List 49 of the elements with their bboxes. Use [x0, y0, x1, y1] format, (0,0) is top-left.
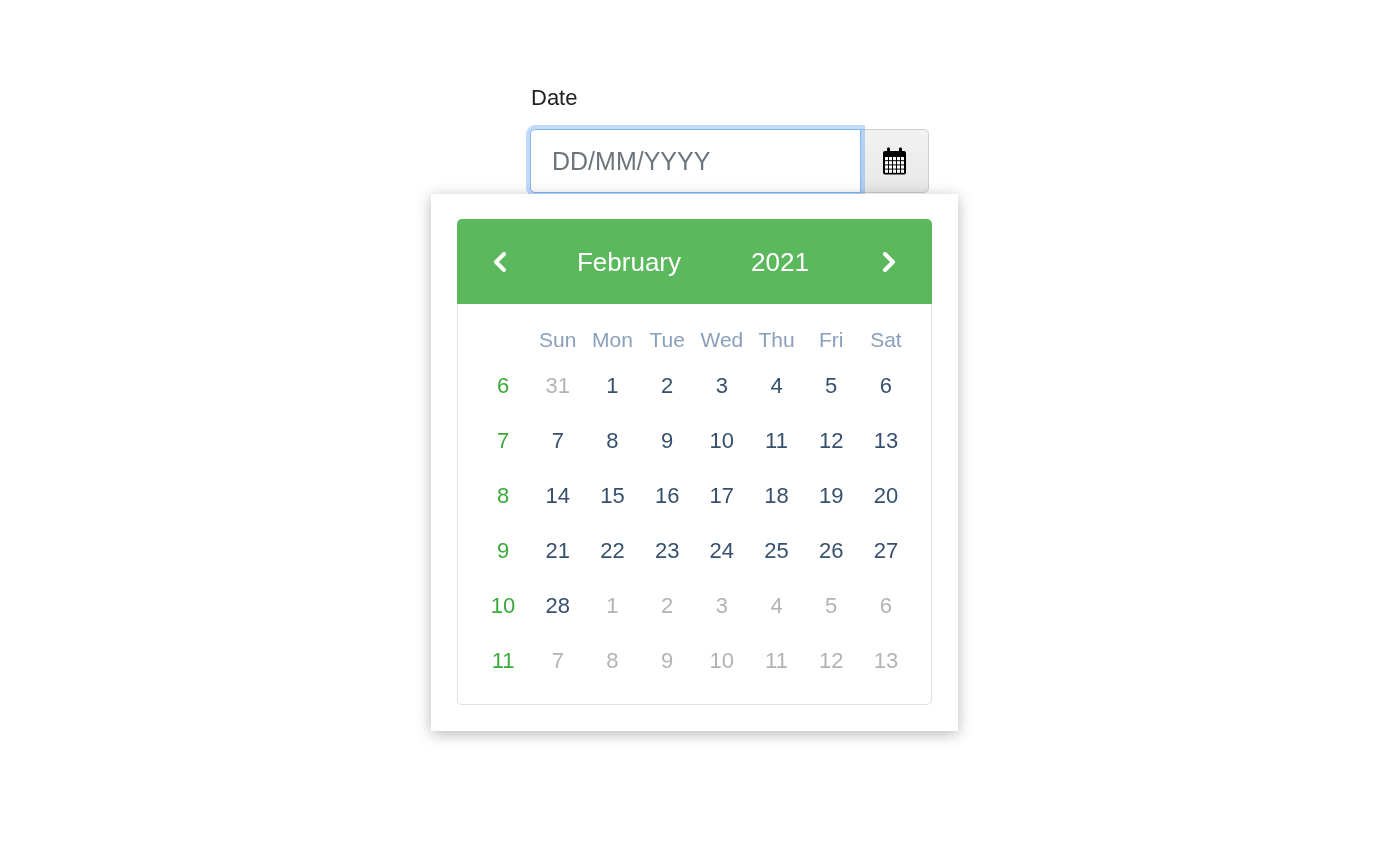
day-number[interactable]: 14	[545, 482, 570, 509]
week-number: 8	[496, 482, 510, 509]
day-number[interactable]: 16	[654, 482, 680, 509]
calendar-button[interactable]	[861, 129, 929, 193]
day-number[interactable]: 21	[545, 537, 570, 564]
weekday-label: Fri	[818, 328, 844, 352]
day-number[interactable]: 8	[606, 427, 619, 454]
weekday-label: Sat	[870, 328, 902, 352]
weekday-label: Tue	[649, 328, 685, 352]
day-number[interactable]: 23	[654, 537, 680, 564]
day-number[interactable]: 26	[818, 537, 844, 564]
chevron-right-icon	[881, 251, 896, 272]
day-number[interactable]: 20	[873, 482, 899, 509]
day-number[interactable]: 24	[709, 537, 735, 564]
day-number[interactable]: 3	[715, 372, 728, 399]
day-number[interactable]: 5	[825, 372, 838, 399]
weekday-label: Mon	[592, 328, 633, 352]
day-number[interactable]: 27	[873, 537, 899, 564]
day-number[interactable]: 10	[709, 427, 735, 454]
day-number[interactable]: 2	[661, 372, 674, 399]
year-label: 2021	[751, 245, 809, 278]
day-number[interactable]: 9	[661, 427, 674, 454]
day-number[interactable]: 28	[545, 592, 570, 619]
weekday-label: Sun	[539, 328, 577, 352]
day-number[interactable]: 1	[606, 372, 619, 399]
day-number[interactable]: 19	[818, 482, 844, 509]
field-label: Date	[531, 84, 578, 112]
day-number[interactable]: 25	[764, 537, 789, 564]
month-label: February	[576, 245, 681, 278]
day-number[interactable]: 4	[770, 372, 783, 399]
day-number[interactable]: 17	[709, 482, 735, 509]
day-number[interactable]: 12	[818, 427, 844, 454]
week-number: 11	[491, 647, 515, 674]
week-number: 6	[496, 372, 510, 399]
day-number[interactable]: 11	[765, 427, 788, 454]
calendar-icon	[882, 147, 907, 175]
day-number[interactable]: 13	[873, 427, 899, 454]
day-number[interactable]: 18	[764, 482, 789, 509]
day-number[interactable]: 22	[600, 537, 625, 564]
week-number: 9	[496, 537, 510, 564]
week-number: 7	[496, 427, 510, 454]
week-number: 10	[490, 592, 516, 619]
day-number[interactable]: 15	[600, 482, 625, 509]
weekday-label: Wed	[700, 328, 744, 352]
day-number[interactable]: 7	[551, 427, 564, 454]
date-input[interactable]: DD/MM/YYYY	[530, 129, 861, 193]
chevron-left-icon	[493, 251, 507, 272]
day-number[interactable]: 6	[879, 372, 893, 399]
weekday-label: Thu	[758, 328, 795, 352]
